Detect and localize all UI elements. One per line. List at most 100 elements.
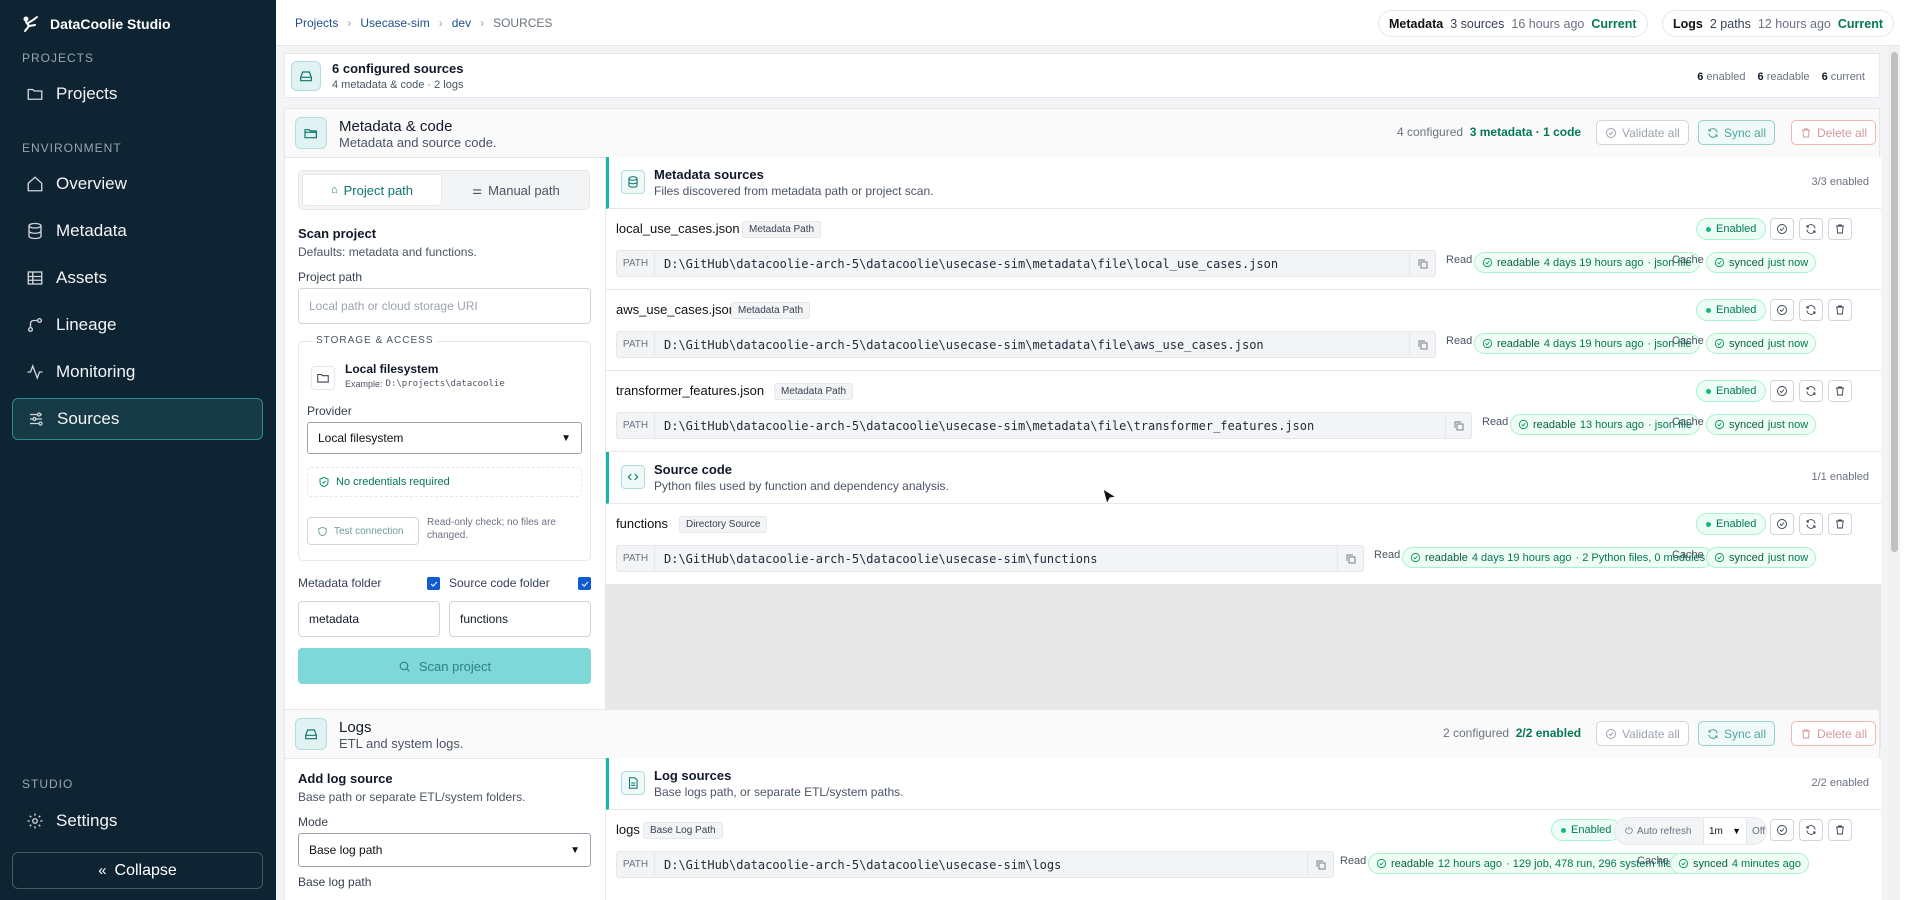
enabled-badge[interactable]: Enabled (1696, 218, 1767, 240)
sidebar-item-overview[interactable]: Overview (12, 163, 263, 205)
delete-button[interactable] (1828, 218, 1852, 240)
home-icon (27, 176, 43, 192)
collapse-button[interactable]: « Collapse (12, 852, 263, 889)
breadcrumb-env[interactable]: dev (452, 16, 471, 30)
pill-label: Logs (1673, 16, 1703, 31)
delete-button[interactable] (1828, 819, 1852, 841)
sidebar-item-lineage[interactable]: Lineage (12, 304, 263, 346)
credentials-note: No credentials required (307, 467, 582, 497)
metadata-code-section: Metadata & code Metadata and source code… (284, 108, 1881, 749)
validate-button[interactable] (1770, 218, 1794, 240)
log-sources-header: Log sources Base logs path, or separate … (606, 758, 1881, 810)
sidebar-item-label: Sources (57, 409, 120, 428)
metadata-folder-checkbox[interactable] (427, 577, 440, 590)
enabled-badge[interactable]: Enabled (1696, 299, 1767, 321)
btn-label: Delete all (1817, 726, 1868, 741)
path-field[interactable]: PATH D:\GitHub\datacoolie-arch-5\datacoo… (616, 545, 1364, 572)
chip-time: just now (1767, 337, 1809, 350)
metadata-folder-input[interactable]: metadata (298, 601, 440, 637)
source-name: functions (616, 516, 669, 531)
check-circle-icon (1410, 552, 1421, 563)
sidebar-item-assets[interactable]: Assets (12, 257, 263, 299)
sync-button[interactable] (1799, 299, 1823, 321)
mode-select[interactable]: Base log path ▼ (298, 833, 591, 867)
tab-project-path[interactable]: ⌂ Project path (302, 174, 442, 206)
sync-all-button[interactable]: Sync all (1698, 120, 1776, 145)
cache-label: Cache (1672, 416, 1704, 428)
sidebar-item-sources[interactable]: Sources (12, 398, 263, 440)
validate-all-button[interactable]: Validate all (1596, 120, 1689, 145)
test-connection-button[interactable]: Test connection (307, 517, 419, 545)
path-field[interactable]: PATH D:\GitHub\datacoolie-arch-5\datacoo… (616, 851, 1334, 878)
status-dot (1706, 226, 1711, 232)
stat-readable-count: 6 (1757, 71, 1764, 83)
delete-button[interactable] (1828, 380, 1852, 402)
sync-button[interactable] (1799, 819, 1823, 841)
stat-enabled-label: enabled (1706, 71, 1746, 83)
scan-project-button[interactable]: Scan project (298, 648, 591, 684)
auto-refresh-control: ⏻ Auto refresh 1m ▼ Off (1614, 817, 1767, 845)
sidebar-item-settings[interactable]: Settings (12, 800, 263, 842)
source-tag: Metadata Path (731, 302, 811, 319)
badge-label: Enabled (1571, 824, 1612, 836)
sync-button[interactable] (1799, 513, 1823, 535)
sidebar-item-projects[interactable]: Projects (12, 73, 263, 115)
chevron-right-icon: › (347, 16, 352, 30)
section-title: Metadata & code (339, 118, 453, 135)
status-dot (1706, 388, 1711, 394)
enabled-badge[interactable]: Enabled (1696, 380, 1767, 402)
path-field[interactable]: PATH D:\GitHub\datacoolie-arch-5\datacoo… (616, 250, 1436, 277)
interval-select[interactable]: 1m ▼ (1703, 818, 1747, 844)
source-name: logs (616, 822, 640, 837)
project-path-input[interactable]: Local path or cloud storage URI (298, 288, 591, 324)
validate-button[interactable] (1770, 819, 1794, 841)
breadcrumb-projects[interactable]: Projects (295, 16, 338, 30)
logs-status-pill[interactable]: Logs 2 paths 12 hours ago Current (1662, 10, 1895, 37)
trash-icon (1836, 519, 1844, 529)
validate-button[interactable] (1770, 513, 1794, 535)
source-folder-checkbox[interactable] (578, 577, 591, 590)
breadcrumb-project[interactable]: Usecase-sim (360, 16, 429, 30)
source-folder-input[interactable]: functions (449, 601, 591, 637)
path-field[interactable]: PATH D:\GitHub\datacoolie-arch-5\datacoo… (616, 412, 1472, 439)
metadata-status-pill[interactable]: Metadata 3 sources 16 hours ago Current (1378, 10, 1648, 37)
shield-check-icon (318, 526, 327, 536)
tab-manual-path[interactable]: ⚌ Manual path (446, 174, 586, 206)
copy-icon[interactable] (1445, 413, 1471, 438)
database-icon (621, 170, 645, 194)
synced-chip: synced just now (1706, 414, 1817, 435)
validate-button[interactable] (1770, 299, 1794, 321)
delete-button[interactable] (1828, 299, 1852, 321)
readable-chip: readable 4 days 19 hours ago · json file (1474, 252, 1700, 273)
brand[interactable]: DataCoolie Studio (20, 14, 171, 34)
scrollbar[interactable] (1888, 46, 1900, 900)
delete-button[interactable] (1828, 513, 1852, 535)
pill-status: Current (1837, 16, 1884, 31)
pill-time: 12 hours ago (1757, 16, 1831, 31)
refresh-icon (1708, 127, 1718, 138)
enabled-badge[interactable]: Enabled (1696, 513, 1767, 535)
delete-all-button[interactable]: Delete all (1791, 120, 1877, 145)
delete-all-button[interactable]: Delete all (1791, 721, 1877, 746)
section-label-studio: STUDIO (22, 777, 74, 791)
validate-all-button[interactable]: Validate all (1596, 721, 1689, 746)
provider-select[interactable]: Local filesystem ▼ (307, 422, 582, 454)
sync-button[interactable] (1799, 218, 1823, 240)
sidebar-item-metadata[interactable]: Metadata (12, 210, 263, 252)
section-sub: Metadata and source code. (339, 135, 497, 150)
copy-icon[interactable] (1307, 852, 1333, 877)
chevron-right-icon: › (438, 16, 443, 30)
sidebar-item-monitoring[interactable]: Monitoring (12, 351, 263, 393)
enabled-badge[interactable]: Enabled (1551, 819, 1622, 841)
validate-button[interactable] (1770, 380, 1794, 402)
copy-icon[interactable] (1409, 251, 1435, 276)
copy-icon[interactable] (1409, 332, 1435, 357)
sync-button[interactable] (1799, 380, 1823, 402)
summary-stats: 6 enabled 6 readable 6 current (1697, 71, 1865, 83)
synced-chip: synced just now (1706, 333, 1817, 354)
auto-refresh-toggle[interactable]: ⏻ Auto refresh (1615, 826, 1703, 837)
copy-icon[interactable] (1337, 546, 1363, 571)
sync-all-button[interactable]: Sync all (1698, 721, 1776, 746)
metadata-sources-header: Metadata sources Files discovered from m… (606, 157, 1881, 209)
path-field[interactable]: PATH D:\GitHub\datacoolie-arch-5\datacoo… (616, 331, 1436, 358)
